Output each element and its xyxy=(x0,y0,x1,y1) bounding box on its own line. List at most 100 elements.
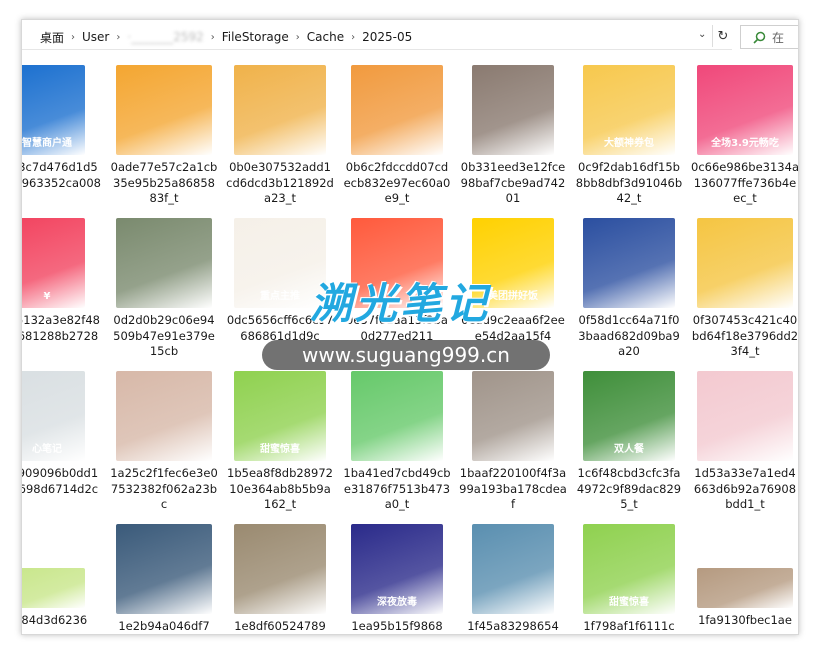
file-item[interactable]: 0ade77e57c2a1cb35e95b25a8685883f_t xyxy=(109,65,219,207)
file-name: 0d9909096b0dd16f3f698d6714d2c xyxy=(22,466,99,496)
file-item[interactable]: 0f58d1cc64a71f03baad682d09ba9a20 xyxy=(574,218,684,360)
search-icon xyxy=(753,31,766,44)
file-thumbnail: 智慧商户通 xyxy=(22,65,85,155)
file-thumbnail xyxy=(116,524,212,614)
refresh-button[interactable]: ↻ xyxy=(712,25,733,47)
file-name: 1fa9130fbec1ae xyxy=(698,613,792,627)
file-thumbnail xyxy=(472,524,554,614)
thumbnail-caption: 智慧商户通 xyxy=(22,138,72,149)
file-thumbnail xyxy=(116,371,212,461)
thumbnail-caption: 心笔记 xyxy=(32,444,62,455)
file-item[interactable]: 深夜放毒 1ea95b15f9868 xyxy=(342,524,452,634)
file-name: 1ba41ed7cbd49cbe31876f7513b473a0_t xyxy=(343,466,451,511)
file-item[interactable]: 1baaf220100f4f3a99a193ba178cdeaf xyxy=(458,371,568,513)
file-item[interactable]: 1e2b94a046df7 xyxy=(109,524,219,634)
file-item[interactable]: 1ba41ed7cbd49cbe31876f7513b473a0_t xyxy=(342,371,452,513)
file-thumbnail xyxy=(22,568,85,608)
file-item[interactable]: 全场3.9元畅吃 0c66e986be3134a136077ffe736b4eec… xyxy=(690,65,799,207)
file-name: 0d2d0b29c06e94509b47e91e379e15cb xyxy=(113,313,215,358)
file-thumbnail: ¥ xyxy=(22,218,85,308)
file-thumbnail xyxy=(116,218,212,308)
file-thumbnail xyxy=(697,218,793,308)
file-item[interactable]: 0f307453c421c40bd64f18e3796dd23f4_t xyxy=(690,218,799,360)
file-name: 0b331eed3e12fce98baf7cbe9ad74201 xyxy=(460,160,566,205)
watermark-brand: 溯光笔记 xyxy=(310,279,491,328)
file-name: 1f798af1f6111c xyxy=(583,619,675,633)
history-dropdown-icon[interactable]: ⌄ xyxy=(698,29,706,40)
thumbnail-caption: 甜蜜惊喜 xyxy=(609,597,649,608)
file-name: 1ea95b15f9868 xyxy=(351,619,443,633)
file-name: 0f58d1cc64a71f03baad682d09ba9a20 xyxy=(578,313,680,358)
file-item[interactable]: 1d53a33e7a1ed4663d6b92a76908bdd1_t xyxy=(690,371,798,513)
file-item[interactable]: 甜蜜惊喜 1f798af1f6111c xyxy=(574,524,684,634)
thumbnail-caption: 大额神券包 xyxy=(604,138,654,149)
file-name: 1d53a33e7a1ed4663d6b92a76908bdd1_t xyxy=(693,466,797,511)
thumbnail-caption: ¥ xyxy=(43,291,51,302)
file-name: 1a25c2f1fec6e3e07532382f062a23bc xyxy=(110,466,218,511)
file-item[interactable]: 1b84d3d6236 xyxy=(21,524,102,629)
crumb-1[interactable]: User xyxy=(82,30,109,44)
file-item[interactable]: 双人餐 1c6f48cbd3cfc3fa4972c9f89dac8295_t xyxy=(574,371,684,513)
file-thumbnail: 甜蜜惊喜 xyxy=(234,371,326,461)
file-name: 1f45a83298654 xyxy=(467,619,559,633)
file-item[interactable]: 1f45a83298654 xyxy=(458,524,568,634)
file-thumbnail xyxy=(116,65,212,155)
file-thumbnail: 全场3.9元畅吃 xyxy=(697,65,793,155)
file-name: 0c66e986be3134a136077ffe736b4eec_t xyxy=(691,160,799,205)
file-thumbnail: 深夜放毒 xyxy=(351,524,443,614)
refresh-icon: ↻ xyxy=(717,28,729,44)
chevron-right-icon: › xyxy=(351,31,356,43)
file-item[interactable]: 0d2d0b29c06e94509b47e91e379e15cb xyxy=(109,218,219,360)
file-thumbnail xyxy=(472,371,554,461)
file-name: 1e2b94a046df7 xyxy=(118,619,210,633)
file-name: 0b6c2fdccdd07cdecb832e97ec60a0e9_t xyxy=(343,160,451,205)
thumbnail-caption: 甜蜜惊喜 xyxy=(260,444,300,455)
file-item[interactable]: 智慧商户通 0d13c7d476d1d557aa963352ca008 xyxy=(21,65,102,191)
file-thumbnail: 心笔记 xyxy=(22,371,85,461)
file-name: 0d13c7d476d1d557aa963352ca008 xyxy=(21,160,101,190)
crumb-0[interactable]: 桌面 xyxy=(40,29,64,46)
file-thumbnail: 大额神券包 xyxy=(583,65,675,155)
chevron-right-icon: › xyxy=(71,31,76,43)
file-name: 1b84d3d6236 xyxy=(21,613,88,627)
file-item[interactable]: 0b331eed3e12fce98baf7cbe9ad74201 xyxy=(458,65,568,207)
watermark-url: www.suguang999.cn xyxy=(262,340,550,370)
search-placeholder: 在 xyxy=(772,30,785,45)
file-item[interactable]: 0b0e307532add1cd6dcd3b121892da23_t xyxy=(225,65,335,207)
chevron-right-icon: › xyxy=(295,31,300,43)
address-bar[interactable]: 桌面 › User › ·_______2592 › FileStorage ›… xyxy=(22,25,732,50)
file-item[interactable]: 1fa9130fbec1ae xyxy=(690,524,798,629)
file-thumbnail xyxy=(351,371,443,461)
file-thumbnail xyxy=(697,371,793,461)
file-item[interactable]: 0b6c2fdccdd07cdecb832e97ec60a0e9_t xyxy=(342,65,452,207)
file-thumbnail xyxy=(234,524,326,614)
crumb-2[interactable]: ·_______2592 xyxy=(127,30,203,44)
chevron-right-icon: › xyxy=(210,31,215,43)
file-thumbnail: 甜蜜惊喜 xyxy=(583,524,675,614)
file-name: 1b5ea8f8db2897210e364ab8b5b9a162_t xyxy=(227,466,333,511)
file-thumbnail xyxy=(472,65,554,155)
file-name: 1c6f48cbd3cfc3fa4972c9f89dac8295_t xyxy=(576,466,682,511)
file-name: 0b0e307532add1cd6dcd3b121892da23_t xyxy=(226,160,334,205)
file-thumbnail xyxy=(234,65,326,155)
chevron-right-icon: › xyxy=(116,31,121,43)
file-item[interactable]: 1a25c2f1fec6e3e07532382f062a23bc xyxy=(109,371,219,513)
file-item[interactable]: 1e8df60524789 xyxy=(225,524,335,634)
file-name: 1baaf220100f4f3a99a193ba178cdeaf xyxy=(459,466,567,511)
file-item[interactable]: 甜蜜惊喜 1b5ea8f8db2897210e364ab8b5b9a162_t xyxy=(225,371,335,513)
crumb-3[interactable]: FileStorage xyxy=(222,30,289,44)
crumb-5[interactable]: 2025-05 xyxy=(362,30,412,44)
file-item[interactable]: 大额神券包 0c9f2dab16df15b8bb8dbf3d91046b42_t xyxy=(574,65,684,207)
crumb-4[interactable]: Cache xyxy=(307,30,344,44)
file-name: 1e8df60524789 xyxy=(234,619,326,633)
file-thumbnail xyxy=(583,218,675,308)
search-box[interactable]: 在 xyxy=(740,25,798,49)
thumbnail-caption: 深夜放毒 xyxy=(377,597,417,608)
file-thumbnail xyxy=(697,568,793,608)
thumbnail-caption: 全场3.9元畅吃 xyxy=(711,138,779,149)
file-name: 0c9f2dab16df15b8bb8dbf3d91046b42_t xyxy=(575,160,683,205)
file-item[interactable]: 心笔记 0d9909096b0dd16f3f698d6714d2c xyxy=(22,371,102,497)
file-name: 0f307453c421c40bd64f18e3796dd23f4_t xyxy=(691,313,799,358)
file-thumbnail xyxy=(351,65,443,155)
file-item[interactable]: ¥0905132a3e82f481d1681288b2728 xyxy=(22,218,102,344)
